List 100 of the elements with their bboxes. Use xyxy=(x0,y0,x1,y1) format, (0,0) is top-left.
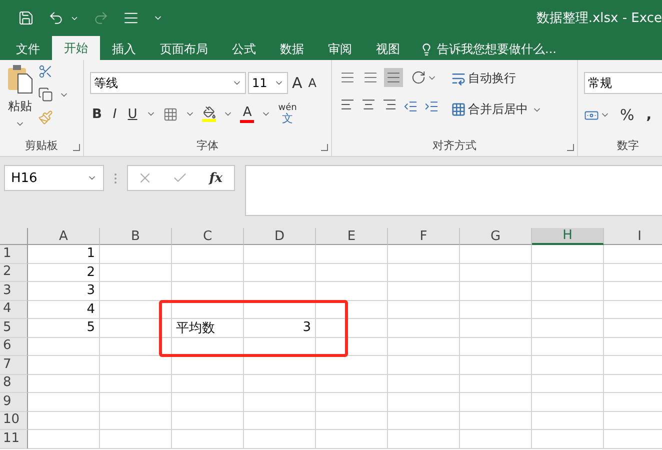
empty-cell[interactable] xyxy=(532,356,604,374)
column-header[interactable]: B xyxy=(100,228,172,245)
empty-cell[interactable] xyxy=(244,245,316,264)
column-header[interactable]: F xyxy=(388,228,460,245)
empty-cell[interactable] xyxy=(388,430,460,448)
empty-cell[interactable] xyxy=(100,300,172,319)
empty-cell[interactable] xyxy=(316,264,388,282)
clipboard-icon[interactable] xyxy=(6,64,34,94)
name-box[interactable]: H16 xyxy=(4,165,104,191)
empty-cell[interactable] xyxy=(532,282,604,300)
dialog-launcher-icon[interactable] xyxy=(321,144,328,151)
redo-icon[interactable] xyxy=(93,10,109,26)
scissors-icon[interactable] xyxy=(38,64,53,79)
empty-cell[interactable] xyxy=(460,430,532,448)
phonetic-button[interactable]: wén 文 xyxy=(278,104,297,124)
ribbon-tab[interactable]: 插入 xyxy=(100,38,148,60)
font-size-field[interactable]: 11 xyxy=(248,72,288,94)
empty-cell[interactable] xyxy=(532,338,604,356)
row-header[interactable]: 3 xyxy=(0,282,28,300)
copy-icon[interactable] xyxy=(38,87,53,102)
borders-icon[interactable] xyxy=(163,106,178,122)
increase-indent-icon[interactable] xyxy=(424,99,439,114)
empty-cell[interactable] xyxy=(388,412,460,430)
merge-center-button[interactable]: 合并后居中 xyxy=(449,99,530,120)
empty-cell[interactable] xyxy=(460,245,532,264)
empty-cell[interactable] xyxy=(100,412,172,430)
ribbon-tab[interactable]: 文件 xyxy=(4,38,52,60)
empty-cell[interactable] xyxy=(532,374,604,393)
empty-cell[interactable] xyxy=(388,374,460,393)
empty-cell[interactable] xyxy=(460,374,532,393)
empty-cell[interactable] xyxy=(172,245,244,264)
empty-cell[interactable] xyxy=(316,412,388,430)
row-header[interactable]: 11 xyxy=(0,430,28,448)
align-icon[interactable] xyxy=(340,97,355,112)
comma-button[interactable]: , xyxy=(644,105,654,125)
menu-icon[interactable] xyxy=(123,10,139,26)
italic-button[interactable]: I xyxy=(110,104,119,124)
empty-cell[interactable] xyxy=(460,264,532,282)
empty-cell[interactable] xyxy=(460,338,532,356)
row-header[interactable]: 4 xyxy=(0,300,28,319)
row-header[interactable]: 8 xyxy=(0,374,28,393)
tell-me-search[interactable]: 告诉我您想要做什么... xyxy=(412,38,556,60)
empty-cell[interactable] xyxy=(172,374,244,393)
empty-cell[interactable] xyxy=(100,338,172,356)
decrease-indent-icon[interactable] xyxy=(403,99,418,114)
empty-cell[interactable] xyxy=(244,393,316,412)
bold-button[interactable]: B xyxy=(90,104,104,124)
empty-cell[interactable] xyxy=(460,393,532,412)
shrink-font-button[interactable]: A xyxy=(306,74,318,92)
empty-cell[interactable] xyxy=(100,319,172,338)
select-all-corner[interactable] xyxy=(0,228,28,245)
font-color-button[interactable]: A xyxy=(242,105,252,120)
ribbon-tab[interactable]: 页面布局 xyxy=(148,38,220,60)
empty-cell[interactable] xyxy=(460,300,532,319)
number-format-field[interactable]: 常规 xyxy=(584,72,662,94)
empty-cell[interactable] xyxy=(100,430,172,448)
vertical-align-icon[interactable] xyxy=(384,68,403,87)
orientation-icon[interactable] xyxy=(411,70,426,85)
column-header[interactable]: I xyxy=(604,228,662,245)
empty-cell[interactable] xyxy=(388,264,460,282)
empty-cell[interactable] xyxy=(388,245,460,264)
column-header[interactable]: E xyxy=(316,228,388,245)
empty-cell[interactable] xyxy=(532,393,604,412)
empty-cell[interactable] xyxy=(172,412,244,430)
dialog-launcher-icon[interactable] xyxy=(567,144,574,151)
empty-cell[interactable] xyxy=(172,300,244,319)
align-icon[interactable] xyxy=(361,97,376,112)
empty-cell[interactable] xyxy=(100,374,172,393)
empty-cell[interactable] xyxy=(460,356,532,374)
underline-button[interactable]: U xyxy=(126,104,140,124)
empty-cell[interactable] xyxy=(316,356,388,374)
wrap-text-button[interactable]: 自动换行 xyxy=(449,68,542,89)
dialog-launcher-icon[interactable] xyxy=(73,144,80,151)
percent-button[interactable]: % xyxy=(618,104,636,126)
empty-cell[interactable] xyxy=(388,319,460,338)
empty-cell[interactable] xyxy=(100,356,172,374)
empty-cell[interactable] xyxy=(172,393,244,412)
empty-cell[interactable] xyxy=(100,264,172,282)
ribbon-tab[interactable]: 视图 xyxy=(364,38,412,60)
empty-cell[interactable] xyxy=(172,356,244,374)
row-header[interactable]: 10 xyxy=(0,412,28,430)
empty-cell[interactable] xyxy=(316,393,388,412)
empty-cell[interactable] xyxy=(316,430,388,448)
empty-cell[interactable] xyxy=(100,245,172,264)
empty-cell[interactable] xyxy=(316,245,388,264)
insert-function-button[interactable]: fx xyxy=(207,168,225,188)
column-header[interactable]: D xyxy=(244,228,316,245)
ribbon-tab[interactable]: 审阅 xyxy=(316,38,364,60)
empty-cell[interactable] xyxy=(532,264,604,282)
empty-cell[interactable] xyxy=(388,338,460,356)
empty-cell[interactable] xyxy=(460,319,532,338)
empty-cell[interactable] xyxy=(244,374,316,393)
empty-cell[interactable] xyxy=(532,412,604,430)
empty-cell[interactable] xyxy=(532,245,604,264)
save-icon[interactable] xyxy=(18,10,34,26)
row-header[interactable]: 7 xyxy=(0,356,28,374)
row-header[interactable]: 6 xyxy=(0,338,28,356)
ribbon-tab[interactable]: 公式 xyxy=(220,38,268,60)
empty-cell[interactable] xyxy=(388,356,460,374)
column-header[interactable]: G xyxy=(460,228,532,245)
